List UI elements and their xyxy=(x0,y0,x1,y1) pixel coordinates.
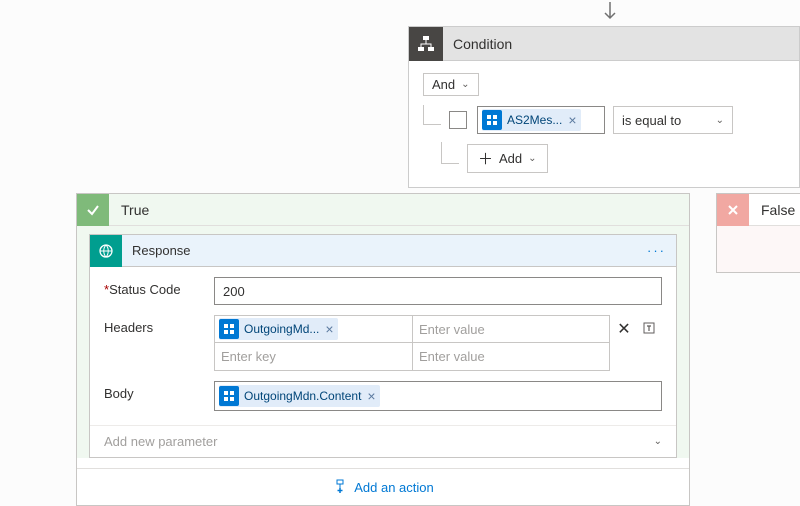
status-code-row: *Status Code xyxy=(104,277,662,305)
body-input[interactable]: OutgoingMdn.Content × xyxy=(214,381,662,411)
false-branch-header[interactable]: False xyxy=(717,194,800,226)
header-key-token-text: OutgoingMd... xyxy=(244,322,319,336)
text-mode-icon xyxy=(642,320,658,339)
condition-add-row: ＋ Add ⌄ xyxy=(441,144,785,173)
response-form: *Status Code Headers Outg xyxy=(90,267,676,425)
add-action-icon xyxy=(332,479,348,495)
token-remove-icon[interactable]: × xyxy=(367,388,375,404)
condition-operator-dropdown[interactable]: is equal to ⌄ xyxy=(613,106,733,134)
response-action-card: Response ··· *Status Code Headers xyxy=(89,234,677,458)
token-icon xyxy=(219,319,239,339)
close-icon: ✕ xyxy=(617,319,630,339)
chevron-down-icon: ⌄ xyxy=(654,436,662,447)
status-code-label: *Status Code xyxy=(104,277,214,297)
token-icon xyxy=(482,110,502,130)
header-key-cell[interactable]: OutgoingMd... × xyxy=(214,315,412,343)
header-empty-cell xyxy=(610,343,638,371)
condition-icon xyxy=(409,27,443,61)
x-icon xyxy=(717,194,749,226)
add-action-button[interactable]: Add an action xyxy=(77,468,689,505)
false-branch-card: False xyxy=(716,193,800,273)
flow-arrow-down xyxy=(603,2,617,25)
chevron-down-icon: ⌄ xyxy=(716,115,724,126)
true-branch-card: True Response ··· *Status Code Headers xyxy=(76,193,690,506)
chevron-down-icon: ⌄ xyxy=(461,79,469,90)
condition-body: And ⌄ AS2Mes... × is equal to ⌄ xyxy=(409,61,799,187)
false-branch-body xyxy=(717,226,800,272)
headers-label: Headers xyxy=(104,315,214,335)
add-condition-label: Add xyxy=(499,151,522,166)
condition-expression-row: AS2Mes... × is equal to ⌄ xyxy=(423,106,785,134)
response-title: Response xyxy=(122,243,647,258)
header-value-input[interactable]: Enter value xyxy=(412,343,610,371)
condition-operator-label: is equal to xyxy=(622,113,681,128)
plus-icon: ＋ xyxy=(478,148,493,169)
body-label: Body xyxy=(104,381,214,401)
condition-card: Condition And ⌄ AS2Mes... × is equal to … xyxy=(408,26,800,188)
tree-connector xyxy=(441,142,459,164)
false-branch-title: False xyxy=(749,202,795,218)
header-key-token: OutgoingMd... × xyxy=(219,318,338,340)
headers-grid: OutgoingMd... × Enter value ✕ Enter key xyxy=(214,315,662,371)
true-branch-title: True xyxy=(109,202,149,218)
token-icon xyxy=(219,386,239,406)
response-header[interactable]: Response ··· xyxy=(90,235,676,267)
expression-token-text: AS2Mes... xyxy=(507,113,562,127)
tree-connector xyxy=(423,105,441,125)
check-icon xyxy=(77,194,109,226)
chevron-down-icon: ⌄ xyxy=(528,153,536,164)
body-row: Body OutgoingMdn.Content × xyxy=(104,381,662,411)
header-value-cell[interactable]: Enter value xyxy=(412,315,610,343)
headers-switch-mode[interactable] xyxy=(638,315,662,343)
token-remove-icon[interactable]: × xyxy=(568,112,576,128)
add-condition-button[interactable]: ＋ Add ⌄ xyxy=(467,144,548,173)
header-row-delete[interactable]: ✕ xyxy=(610,315,638,343)
condition-title: Condition xyxy=(443,36,512,52)
add-parameter-label: Add new parameter xyxy=(104,434,217,449)
headers-row: Headers OutgoingMd... × Ent xyxy=(104,315,662,371)
header-key-input[interactable]: Enter key xyxy=(214,343,412,371)
add-parameter-dropdown[interactable]: Add new parameter ⌄ xyxy=(90,425,676,457)
more-menu-icon[interactable]: ··· xyxy=(647,243,676,258)
condition-row-checkbox[interactable] xyxy=(449,111,467,129)
condition-header[interactable]: Condition xyxy=(409,27,799,61)
logic-operator-dropdown[interactable]: And ⌄ xyxy=(423,73,479,96)
status-code-input[interactable] xyxy=(214,277,662,305)
body-token: OutgoingMdn.Content × xyxy=(219,385,380,407)
expression-token: AS2Mes... × xyxy=(482,109,581,131)
token-remove-icon[interactable]: × xyxy=(325,321,333,337)
logic-operator-label: And xyxy=(432,77,455,92)
true-branch-header[interactable]: True xyxy=(77,194,689,226)
response-icon xyxy=(90,235,122,267)
body-token-text: OutgoingMdn.Content xyxy=(244,389,361,403)
add-action-label: Add an action xyxy=(354,480,434,495)
condition-operand-left[interactable]: AS2Mes... × xyxy=(477,106,605,134)
